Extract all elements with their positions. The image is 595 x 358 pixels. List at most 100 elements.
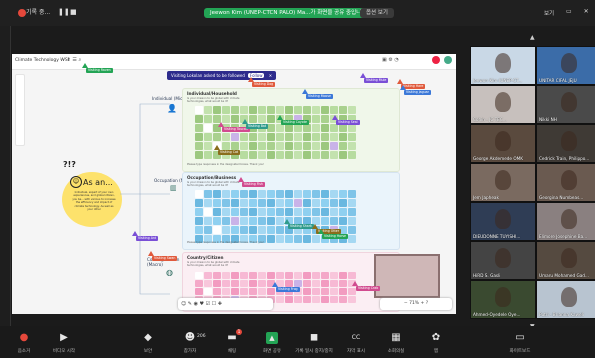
participant-tile[interactable]: UNITAR CIFAL JEJU xyxy=(536,46,595,85)
participants-icon: ☻ xyxy=(184,332,196,343)
participant-name: Umaru Mohamed Gad... xyxy=(539,273,589,278)
recording-status: 기록 중... xyxy=(26,9,51,16)
participant-name: Elimore Josephine Ba... xyxy=(539,234,588,239)
bottom-button-label: 비디오 시작 xyxy=(52,349,76,354)
bottom-button[interactable]: ▦ 소회의실 xyxy=(376,326,416,358)
recording-icon xyxy=(18,9,26,17)
bottom-button[interactable]: CC 자막 표시 xyxy=(336,326,376,358)
participant-name: Georgina Numbeas... xyxy=(539,195,584,200)
cursor-label: Visiting Fish xyxy=(242,182,265,187)
cursor-label: Visiting Cat xyxy=(218,150,241,155)
video-icon: ▶ xyxy=(60,332,68,343)
cursor-label: Visiting Mule xyxy=(364,78,389,83)
participant-tile[interactable]: Jeewon Kim (UNEP-CT... xyxy=(470,46,536,85)
cursor-label: Visiting Moose xyxy=(306,94,334,99)
participant-tile[interactable]: George Akdemede OMK xyxy=(470,124,536,163)
chat-badge: 1 xyxy=(236,329,242,335)
bottom-button-label: 참가자 xyxy=(183,349,197,354)
stop-record-icon[interactable]: ■ xyxy=(70,8,77,16)
bottom-button[interactable]: ◆ 보안 xyxy=(128,326,168,358)
cursor-label: Visiting Raven xyxy=(86,68,113,73)
side-panel-edge xyxy=(0,26,11,326)
bottom-button-label: 보안 xyxy=(143,349,153,354)
participant-video xyxy=(495,170,511,190)
bottom-button-label: 채팅 xyxy=(227,349,237,354)
cursor-label: Visiting Bat xyxy=(246,124,269,129)
participant-video xyxy=(495,287,511,307)
view-options-button[interactable]: 옵션 보기 xyxy=(360,8,394,18)
cursor-label: Visiting Ant xyxy=(136,236,159,241)
bottom-button-label: 소회의실 xyxy=(387,349,405,354)
view-label[interactable]: 보기 xyxy=(544,9,554,17)
participant-name: George Akdemede OMK xyxy=(473,156,523,161)
participant-video xyxy=(495,131,511,151)
bottom-button[interactable]: ▭ 화이트보드 xyxy=(500,326,540,358)
cursor-label: Visiting Crab xyxy=(356,286,381,291)
participant-name: Jeewon Kim (UNEP-CT... xyxy=(473,78,523,83)
participant-video xyxy=(495,209,511,229)
participant-name: UNITAR CIFAL JEJU xyxy=(539,78,577,83)
cursor-label: Visiting Horse xyxy=(322,234,349,239)
participant-video xyxy=(561,92,577,112)
cursor-label: Visiting Coyote xyxy=(281,120,309,125)
participant-tile[interactable]: Putri - Brianna Kaweli xyxy=(536,280,595,319)
bottom-button[interactable]: ☻ 206 참가자 xyxy=(170,326,210,358)
share-icon: ▲ xyxy=(266,332,278,344)
record-icon: ◼ xyxy=(309,332,319,343)
participant-video xyxy=(561,287,577,307)
gallery-up-icon[interactable]: ▲ xyxy=(530,34,535,41)
bottom-button-label: 앱 xyxy=(433,349,439,354)
participant-tile[interactable]: Georgina Numbeas... xyxy=(536,163,595,202)
bottom-button-label: 화이트보드 xyxy=(509,349,531,354)
apps-icon: ✿ xyxy=(431,332,441,343)
participant-tile[interactable]: Nikki NH xyxy=(536,85,595,124)
pause-record-icon[interactable]: ❚❚ xyxy=(58,8,70,16)
participant-video xyxy=(561,53,577,73)
participant-name: HiRD S. Gasli xyxy=(473,273,501,278)
mic-icon: ● xyxy=(19,332,29,343)
bottom-button[interactable]: ◼ 기록 일시 중지/중지 xyxy=(294,326,334,358)
participant-tile[interactable]: Cedrick Train, Philippo... xyxy=(536,124,595,163)
window-controls[interactable]: ▭ ✕ xyxy=(566,8,594,15)
participant-video xyxy=(495,53,511,73)
shared-screen: Climate Technology WS ⋯ ⬆ ☰ ⌕ ▣ ⚙ ◔ Visi… xyxy=(12,54,456,314)
cursor-label: Visiting Shark xyxy=(288,224,314,229)
participant-name: Jem Japheak xyxy=(473,195,499,200)
participant-video xyxy=(495,248,511,268)
bottom-button[interactable]: ▲ 화면 공유 xyxy=(252,326,292,358)
bottom-button[interactable]: ● 음소거 xyxy=(4,326,44,358)
participant-tile[interactable]: Jem Japheak xyxy=(470,163,536,202)
participant-count: 206 xyxy=(197,334,206,339)
participant-video xyxy=(495,92,511,112)
screen-share-indicator[interactable]: Jeewon Kim (UNEP-CTCN PALO) Ma...가 화면을 공… xyxy=(204,8,373,18)
bottom-button[interactable]: ▬ 1 채팅 xyxy=(212,326,252,358)
participant-tile[interactable]: Elimore Josephine Ba... xyxy=(536,202,595,241)
participant-name: Ahmed-Oyedele Oye... xyxy=(473,312,521,317)
bottom-button[interactable]: ✿ 앱 xyxy=(416,326,456,358)
participant-tile[interactable]: HiRD S. Gasli xyxy=(470,241,536,280)
bottom-button-label: 기록 일시 중지/중지 xyxy=(295,349,333,354)
video-gallery: Jeewon Kim (UNEP-CT... UNITAR CIFAL JEJU C… xyxy=(470,46,595,324)
security-icon: ◆ xyxy=(144,332,152,343)
bottom-button-label: 화면 공유 xyxy=(263,349,281,354)
cursor-label: Visiting Seal xyxy=(336,120,360,125)
cursor-label: Visiting Jaguar xyxy=(404,90,431,95)
cursor-label: Visiting Swan xyxy=(152,256,178,261)
participant-tile[interactable]: Ahmed-Oyedele Oye... xyxy=(470,280,536,319)
cursor-label: Visiting Frog xyxy=(276,287,300,292)
cursor-label: Visiting Dog xyxy=(252,82,276,87)
participant-tile[interactable]: Cohin - JC TEC... xyxy=(470,85,536,124)
participant-name: Nikki NH xyxy=(539,117,557,122)
cc-icon: CC xyxy=(351,334,361,341)
participant-tile[interactable]: DIEUDONNE TUYISHI... xyxy=(470,202,536,241)
participant-video xyxy=(561,209,577,229)
participant-video xyxy=(561,248,577,268)
participant-name: Cohin - JC TEC... xyxy=(473,117,507,122)
participant-name: Putri - Brianna Kaweli xyxy=(539,312,584,317)
rooms-icon: ▦ xyxy=(391,332,401,343)
participant-name: Cedrick Train, Philippo... xyxy=(539,156,590,161)
participant-tile[interactable]: Umaru Mohamed Gad... xyxy=(536,241,595,280)
bottom-button[interactable]: ▶ 비디오 시작 xyxy=(44,326,84,358)
participant-video xyxy=(561,131,577,151)
collaborator-cursors: Visiting Raven Visiting Mule Visiting Hare… xyxy=(12,54,456,314)
